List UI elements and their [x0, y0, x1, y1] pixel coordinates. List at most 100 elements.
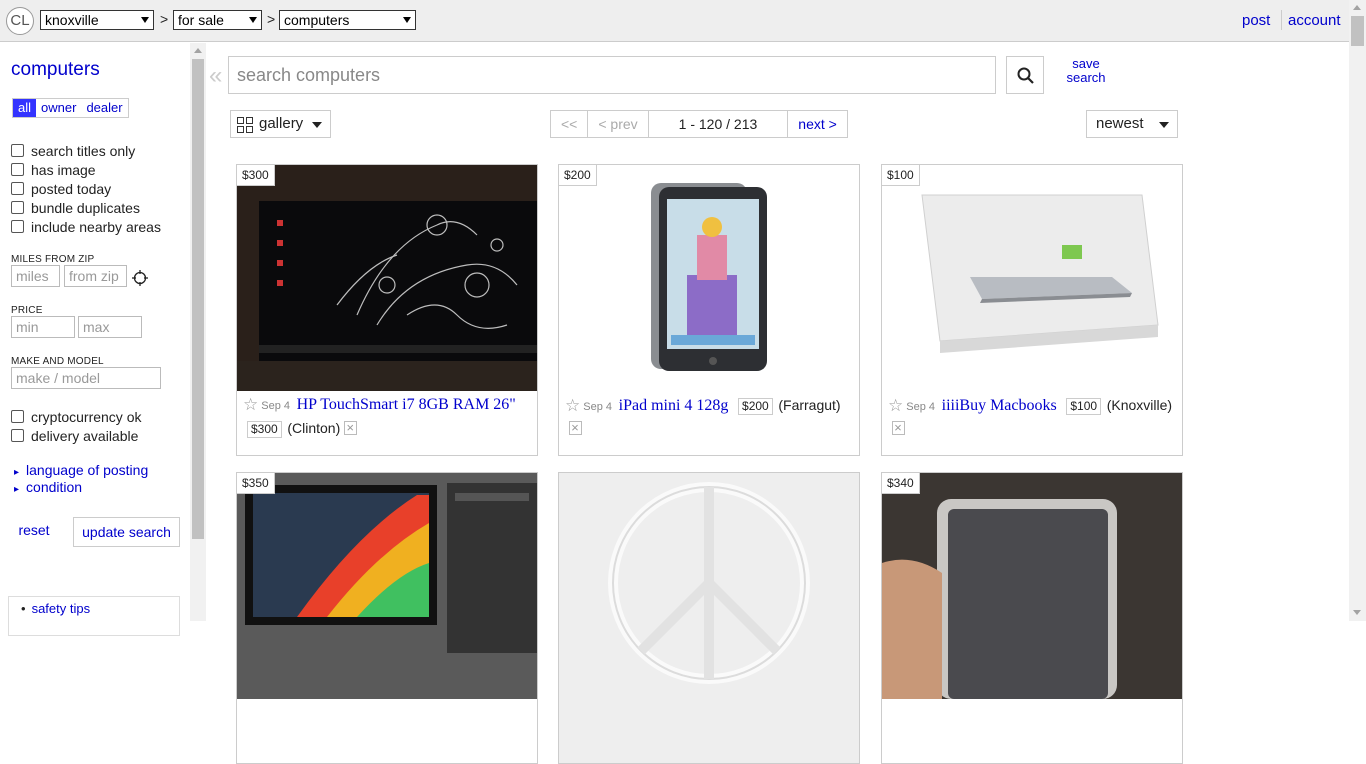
breadcrumb-separator: > — [267, 11, 276, 27]
price-tag: $300 — [237, 165, 275, 186]
category-title[interactable]: computers — [11, 59, 100, 81]
expand-condition[interactable]: condition — [14, 479, 82, 495]
listing-card[interactable]: $340 — [881, 472, 1183, 764]
update-search-button[interactable]: update search — [73, 517, 180, 547]
listing-card[interactable]: $350 — [236, 472, 538, 764]
checkbox-delivery[interactable]: delivery available — [11, 428, 138, 444]
laptop-box-photo — [921, 194, 1159, 353]
scroll-down-icon[interactable] — [1353, 610, 1361, 615]
make-model-input[interactable]: make / model — [11, 367, 161, 389]
listing-card[interactable]: $300 ☆ Sep 4 HP TouchSmart i7 8GB RAM 26"… — [236, 164, 538, 456]
subcategory-select[interactable]: computers — [279, 10, 416, 30]
search-button[interactable] — [1006, 56, 1044, 94]
price-max-input[interactable]: max — [78, 316, 142, 338]
listing-image[interactable] — [237, 473, 537, 699]
chevron-down-icon — [403, 17, 411, 23]
post-link[interactable]: post — [1242, 12, 1270, 29]
star-icon[interactable]: ☆ — [243, 394, 258, 416]
safety-tips-link[interactable]: safety tips — [21, 601, 90, 616]
view-mode-select[interactable]: gallery — [230, 110, 331, 138]
checkbox-nearby-areas[interactable]: include nearby areas — [11, 219, 161, 235]
no-image-peace-icon — [608, 482, 810, 684]
checkbox-crypto[interactable]: cryptocurrency ok — [11, 409, 141, 425]
listing-price: $300 — [247, 421, 282, 438]
scroll-thumb[interactable] — [1351, 16, 1364, 46]
sort-select[interactable]: newest — [1086, 110, 1178, 138]
listing-price: $100 — [1066, 398, 1102, 415]
checkbox-box[interactable] — [11, 429, 24, 442]
save-search-link[interactable]: save search — [1064, 57, 1108, 85]
safety-tips-label: safety tips — [21, 601, 90, 616]
price-tag: $200 — [559, 165, 597, 186]
account-link[interactable]: account — [1288, 12, 1341, 29]
tablet-photo — [651, 183, 767, 371]
listing-card[interactable]: $200 ☆ Sep 4 iPad mini 4 128g $200 (Farra… — [558, 164, 860, 456]
grid-icon — [237, 117, 253, 133]
scroll-up-icon[interactable] — [194, 48, 202, 53]
subcategory-value: computers — [284, 12, 350, 28]
listing-image[interactable] — [237, 165, 537, 391]
listing-image[interactable] — [559, 473, 859, 699]
breadcrumb-separator: > — [160, 11, 169, 27]
price-tag: $350 — [237, 473, 275, 494]
chevron-down-icon — [1159, 122, 1169, 128]
listing-title[interactable]: HP TouchSmart i7 8GB RAM 26" — [297, 396, 516, 413]
checkbox-posted-today[interactable]: posted today — [11, 181, 111, 197]
next-page-button[interactable]: next > — [788, 111, 847, 137]
locate-icon[interactable] — [132, 270, 148, 286]
checkbox-bundle-duplicates[interactable]: bundle duplicates — [11, 200, 140, 216]
checkbox-box[interactable] — [11, 220, 24, 233]
filter-dealer[interactable]: dealer — [81, 99, 127, 117]
make-model-label: MAKE AND MODEL — [11, 356, 104, 367]
listing-image[interactable] — [559, 165, 859, 391]
scroll-up-icon[interactable] — [1353, 5, 1361, 10]
collapse-sidebar-button[interactable]: « — [209, 62, 222, 90]
listing-title[interactable]: iiiiBuy Macbooks — [942, 397, 1057, 414]
listing-price: $200 — [738, 398, 773, 415]
checkbox-box[interactable] — [11, 201, 24, 214]
star-icon[interactable]: ☆ — [888, 395, 903, 417]
reset-button[interactable]: reset — [11, 516, 57, 544]
prev-page-button[interactable]: < prev — [588, 111, 649, 137]
page-scrollbar[interactable] — [1349, 0, 1366, 621]
price-min-input[interactable]: min — [11, 316, 75, 338]
listing-title[interactable]: iPad mini 4 128g — [619, 397, 729, 414]
listing-card[interactable] — [558, 472, 860, 764]
expand-language[interactable]: language of posting — [14, 462, 148, 478]
zip-input[interactable]: from zip — [64, 265, 127, 287]
checkbox-label: delivery available — [31, 428, 139, 444]
filter-all[interactable]: all — [13, 99, 37, 117]
divider — [1281, 10, 1282, 30]
checkbox-search-titles[interactable]: search titles only — [11, 143, 135, 159]
location-select[interactable]: knoxville — [40, 10, 154, 30]
miles-label: MILES FROM ZIP — [11, 254, 95, 265]
filter-owner[interactable]: owner — [36, 99, 81, 117]
hide-icon[interactable] — [344, 417, 358, 439]
listing-image[interactable] — [882, 165, 1182, 391]
listing-meta: ☆ Sep 4 HP TouchSmart i7 8GB RAM 26" $300… — [237, 394, 537, 440]
miles-input[interactable]: miles — [11, 265, 60, 287]
checkbox-box[interactable] — [11, 182, 24, 195]
checkbox-box[interactable] — [11, 163, 24, 176]
monitor-photo — [237, 165, 537, 391]
search-input[interactable]: search computers — [228, 56, 996, 94]
search-icon — [1017, 67, 1034, 84]
checkbox-box[interactable] — [11, 410, 24, 423]
hide-icon[interactable] — [569, 417, 582, 439]
sidebar-scrollbar[interactable] — [190, 43, 206, 621]
checkbox-has-image[interactable]: has image — [11, 162, 96, 178]
listing-card[interactable]: $100 ☆ Sep 4 iiiiBuy Macbooks $100 (Knoxv… — [881, 164, 1183, 456]
sort-label: newest — [1096, 115, 1144, 132]
chevron-down-icon — [249, 17, 257, 23]
hide-icon[interactable] — [892, 417, 905, 439]
star-icon[interactable]: ☆ — [565, 395, 580, 417]
checkbox-box[interactable] — [11, 144, 24, 157]
craigslist-logo[interactable]: CL — [6, 7, 34, 35]
listing-image[interactable] — [882, 473, 1182, 699]
safety-tips-box: safety tips — [8, 596, 180, 636]
pagination: << < prev 1 - 120 / 213 next > — [550, 110, 848, 138]
first-page-button[interactable]: << — [551, 111, 589, 137]
scroll-thumb[interactable] — [192, 59, 204, 539]
price-tag: $100 — [882, 165, 920, 186]
category-select[interactable]: for sale — [173, 10, 262, 30]
